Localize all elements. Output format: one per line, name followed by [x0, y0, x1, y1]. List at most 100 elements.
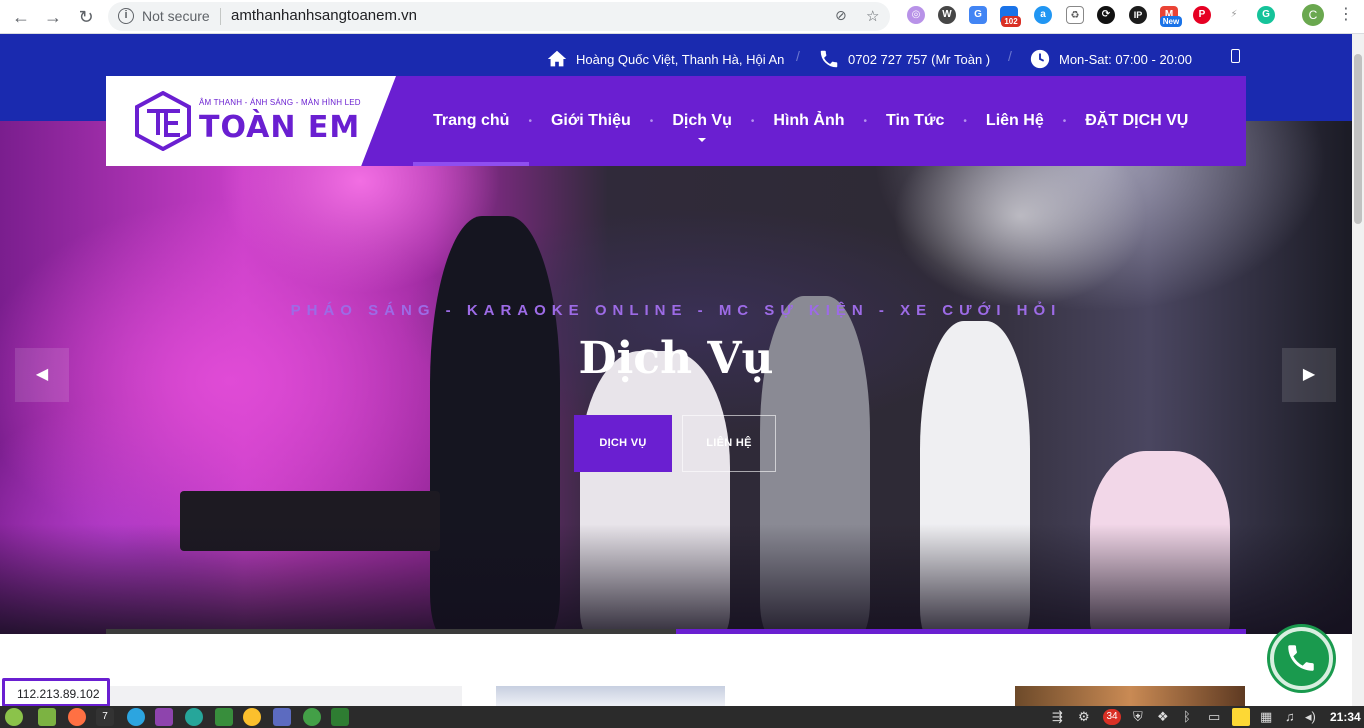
telegram-icon[interactable] — [127, 708, 145, 726]
extension-wikipedia-icon[interactable]: ◎ — [907, 6, 925, 24]
hero-slider: PHÁO SÁNG - KARAOKE ONLINE - MC SỰ KIỆN … — [0, 121, 1352, 634]
omnibox-divider — [220, 8, 221, 25]
nav-item-3[interactable]: Hình Ảnh — [773, 76, 844, 166]
scrollbar-thumb[interactable] — [1354, 54, 1362, 224]
dropdown-caret-icon — [698, 138, 707, 142]
app-grid-icon[interactable]: ▦ — [1260, 709, 1272, 725]
profile-avatar[interactable]: C — [1302, 4, 1324, 26]
music-icon[interactable]: ♫ — [1285, 709, 1295, 725]
back-arrow-icon[interactable]: ← — [10, 6, 32, 28]
bluetooth-icon[interactable]: ᛒ — [1183, 709, 1191, 725]
slider-prev-arrow-icon[interactable]: ◀ — [15, 348, 69, 402]
site-header: ÂM THANH - ÁNH SÁNG - MÀN HÌNH LED TOÀN … — [106, 76, 1246, 166]
browser-menu-icon[interactable]: ⋮ — [1338, 4, 1354, 26]
wordpress-icon[interactable]: W — [938, 6, 956, 24]
phone-icon — [1288, 645, 1314, 671]
mobile-icon[interactable] — [1231, 49, 1240, 63]
settings-icon[interactable]: ⚙ — [1078, 709, 1090, 725]
spreadsheet-icon[interactable] — [215, 708, 233, 726]
nav-separator-dot: • — [963, 115, 967, 127]
display-icon[interactable]: ▭ — [1208, 709, 1220, 725]
sync-icon[interactable]: ⟳ — [1097, 6, 1115, 24]
pinterest-icon[interactable]: P — [1193, 6, 1211, 24]
logo-tagline: ÂM THANH - ÁNH SÁNG - MÀN HÌNH LED — [199, 98, 361, 107]
lightning-icon[interactable]: ⚡ — [1225, 6, 1243, 24]
slider-progress-fill — [676, 629, 1246, 634]
address-bar[interactable]: i Not secure amthanhanhsangtoanem.vn ⊘ ☆ — [108, 2, 890, 31]
app-s-icon[interactable] — [185, 708, 203, 726]
grammarly-icon[interactable]: G — [1257, 6, 1275, 24]
nav-item-label: Trang chủ — [433, 112, 510, 129]
extension-a-icon[interactable]: a — [1034, 6, 1052, 24]
nav-item-1[interactable]: Giới Thiệu — [551, 76, 631, 166]
nav-item-4[interactable]: Tin Tức — [886, 76, 944, 166]
extension-ip-icon[interactable]: IP — [1129, 6, 1147, 24]
network-icon[interactable]: ⇶ — [1052, 709, 1063, 725]
shield-icon[interactable]: ⛨ — [1133, 709, 1143, 725]
slider-next-arrow-icon[interactable]: ▶ — [1282, 348, 1336, 402]
system-clock: 21:34 — [1330, 710, 1361, 724]
url-text[interactable]: amthanhanhsangtoanem.vn — [231, 7, 417, 24]
topbar-phone-text: 0702 727 757 (Mr Toàn ) — [848, 51, 991, 67]
topbar-separator: / — [796, 48, 800, 64]
nav-item-6[interactable]: ĐẶT DỊCH VỤ — [1085, 76, 1188, 166]
hero-subtitle: PHÁO SÁNG - KARAOKE ONLINE - MC SỰ KIỆN … — [290, 302, 1062, 319]
hero-stage-shadow — [0, 524, 1352, 634]
reload-icon[interactable]: ↻ — [75, 6, 97, 28]
content-card-image — [1015, 686, 1245, 706]
nav-item-label: Hình Ảnh — [773, 112, 845, 129]
nav-item-5[interactable]: Liên Hệ — [986, 76, 1044, 166]
topbar-address-text: Hoàng Quốc Việt, Thanh Hà, Hội An — [576, 51, 785, 67]
nav-item-label: Dịch Vụ — [672, 112, 732, 129]
call-button[interactable] — [1270, 627, 1333, 690]
extension-new-badge: New — [1160, 16, 1182, 27]
forward-arrow-icon[interactable]: → — [42, 6, 64, 28]
hero-services-button[interactable]: DỊCH VỤ — [574, 415, 672, 472]
extension-badge: 102 — [1001, 16, 1021, 27]
firefox-icon[interactable] — [68, 708, 86, 726]
os-taskbar: 7 ⇶ ⚙ 34 ⛨ ❖ ᛒ ▭ ▦ ♫ ◂) 21:34 — [0, 706, 1364, 728]
google-translate-icon[interactable]: G — [969, 6, 987, 24]
nav-item-label: ĐẶT DỊCH VỤ — [1085, 112, 1189, 129]
info-icon[interactable]: i — [118, 8, 134, 24]
nav-active-indicator — [413, 162, 530, 166]
status-ip: 112.213.89.102 — [17, 687, 100, 701]
slider-progress-track — [106, 629, 1246, 634]
bookmark-star-icon[interactable]: ☆ — [866, 7, 879, 25]
hero-contact-button[interactable]: LIÊN HỆ — [682, 415, 776, 472]
clock-icon — [1030, 49, 1050, 69]
browser-globe-icon[interactable] — [303, 708, 321, 726]
nav-separator-dot: • — [649, 115, 654, 127]
nav-separator-dot: • — [750, 115, 755, 127]
app-owl-icon[interactable] — [155, 708, 173, 726]
chrome-icon[interactable] — [243, 708, 261, 726]
nav-item-label: Tin Tức — [886, 112, 945, 129]
logo-name: TOÀN EM — [199, 110, 361, 145]
page-scrollbar[interactable] — [1352, 34, 1364, 706]
nav-separator-dot: • — [1062, 115, 1067, 127]
dropbox-icon[interactable]: ❖ — [1157, 709, 1169, 725]
sticky-note-icon[interactable] — [1232, 708, 1250, 726]
topbar-separator: / — [1008, 48, 1012, 64]
files-icon[interactable] — [38, 708, 56, 726]
browser-window: ← → ↻ i Not secure amthanhanhsangtoanem.… — [0, 0, 1364, 728]
nav-item-0[interactable]: Trang chủ — [413, 76, 530, 166]
topbar-address: Hoàng Quốc Việt, Thanh Hà, Hội An — [546, 47, 784, 71]
site-logo[interactable]: ÂM THANH - ÁNH SÁNG - MÀN HÌNH LED TOÀN … — [106, 76, 396, 166]
status-tooltip: 112.213.89.102 — [2, 678, 110, 707]
workspace-switcher[interactable]: 7 — [96, 708, 114, 726]
volume-icon[interactable]: ◂) — [1305, 709, 1316, 725]
nav-item-label: Liên Hệ — [985, 112, 1044, 129]
translate-blocked-icon[interactable]: ⊘ — [835, 7, 847, 24]
nav-separator-dot: • — [528, 115, 532, 127]
security-label: Not secure — [142, 8, 210, 24]
browser-toolbar: ← → ↻ i Not secure amthanhanhsangtoanem.… — [0, 0, 1364, 34]
notification-badge[interactable]: 34 — [1103, 709, 1121, 725]
mint-menu-icon[interactable] — [5, 708, 23, 726]
mail-icon[interactable] — [273, 708, 291, 726]
topbar-hours-text: Mon-Sat: 07:00 - 20:00 — [1059, 51, 1192, 67]
nav-item-2[interactable]: Dịch Vụ — [672, 76, 732, 166]
topbar-phone[interactable]: 0702 727 757 (Mr Toàn ) — [818, 47, 990, 71]
recycle-icon[interactable]: ♻ — [1066, 6, 1084, 24]
spreadsheet-icon[interactable] — [331, 708, 349, 726]
